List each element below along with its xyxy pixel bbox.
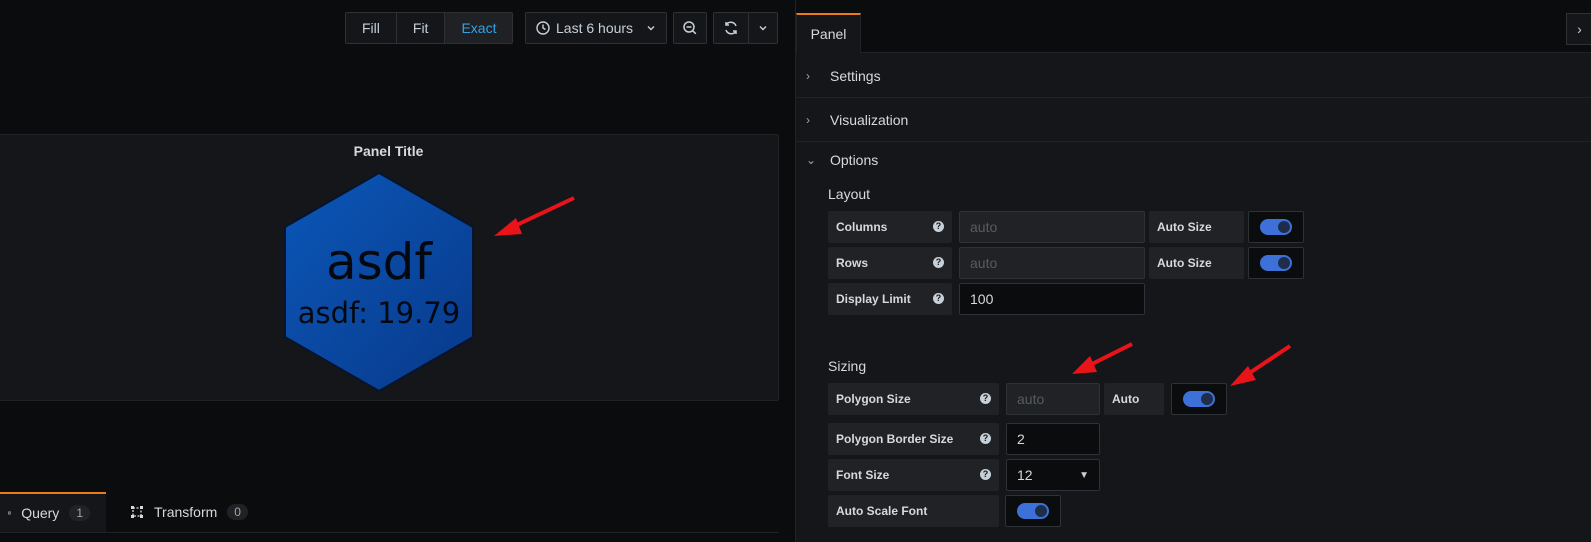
polygon-size-input[interactable]: auto — [1006, 383, 1100, 415]
polygon-border-size-label: Polygon Border Size ? — [828, 423, 999, 455]
polygon-size-auto-label: Auto — [1104, 383, 1164, 415]
time-range-label: Last 6 hours — [556, 20, 634, 36]
tab-query-label: Query — [21, 505, 60, 521]
annotation-arrow-icon — [494, 196, 575, 236]
database-icon — [8, 511, 12, 515]
query-tabs-divider — [0, 532, 779, 533]
font-size-select[interactable]: 12 ▼ — [1006, 459, 1100, 491]
question-circle-icon[interactable]: ? — [933, 257, 944, 268]
tab-panel[interactable]: Panel — [796, 13, 861, 53]
chevron-right-icon: › — [806, 112, 810, 127]
fit-button[interactable]: Fit — [397, 13, 446, 43]
grafana-panel-editor: Fill Fit Exact Last 6 hours Panel Title … — [0, 0, 1591, 542]
question-circle-icon[interactable]: ? — [980, 393, 991, 404]
rows-label: Rows ? — [828, 247, 952, 279]
tab-transform-count: 0 — [227, 504, 248, 520]
fill-button[interactable]: Fill — [346, 13, 397, 43]
toggle-knob — [1183, 391, 1215, 407]
tab-transform[interactable]: Transform 0 — [122, 492, 264, 532]
display-limit-label: Display Limit ? — [828, 283, 952, 315]
display-limit-label-text: Display Limit — [836, 292, 911, 306]
collapse-pane-button[interactable]: › — [1566, 13, 1591, 45]
zoom-out-icon — [683, 21, 697, 35]
columns-input[interactable]: auto — [959, 211, 1145, 243]
refresh-button[interactable] — [713, 12, 749, 44]
question-circle-icon[interactable]: ? — [980, 469, 991, 480]
font-size-label: Font Size ? — [828, 459, 999, 491]
section-settings[interactable]: › Settings — [796, 54, 1591, 98]
toggle-knob — [1017, 503, 1049, 519]
panel-preview: Panel Title asdf asdf: 19.79 — [0, 134, 779, 401]
clock-icon — [536, 21, 550, 35]
panel-size-mode-group: Fill Fit Exact — [345, 12, 514, 44]
section-settings-label: Settings — [830, 67, 881, 84]
columns-auto-size-label: Auto Size — [1149, 211, 1244, 243]
sizing-group-title: Sizing — [828, 358, 867, 374]
annotation-arrow-icon — [1072, 342, 1133, 374]
rows-auto-size-label: Auto Size — [1149, 247, 1244, 279]
layout-group-title: Layout — [828, 186, 871, 202]
question-circle-icon[interactable]: ? — [933, 293, 944, 304]
chevron-right-icon: › — [806, 68, 810, 83]
font-size-value: 12 — [1017, 467, 1033, 483]
caret-down-icon: ▼ — [1079, 469, 1089, 481]
refresh-interval-dropdown[interactable] — [748, 12, 778, 44]
section-options-label: Options — [830, 152, 879, 168]
question-circle-icon[interactable]: ? — [980, 433, 991, 444]
polygon-value: asdf: 19.79 — [298, 296, 460, 330]
columns-label-text: Columns — [836, 220, 888, 234]
auto-scale-font-label: Auto Scale Font — [828, 495, 999, 527]
exact-button[interactable]: Exact — [445, 13, 513, 43]
polygon-name: asdf — [326, 233, 433, 291]
rows-input[interactable]: auto — [959, 247, 1145, 279]
transform-icon — [131, 506, 143, 518]
columns-label: Columns ? — [828, 211, 952, 243]
annotation-arrow-icon — [1230, 344, 1292, 386]
font-size-label-text: Font Size — [836, 468, 890, 482]
polygon-size-label-text: Polygon Size — [836, 392, 911, 406]
rows-auto-size-switch[interactable] — [1248, 247, 1304, 279]
section-options[interactable]: ⌄ Options — [796, 142, 1591, 178]
options-pane: Panel › › Settings › Visualization ⌄ Opt… — [795, 0, 1591, 542]
polygon-size-label: Polygon Size ? — [828, 383, 999, 415]
columns-auto-size-switch[interactable] — [1248, 211, 1304, 243]
tab-query[interactable]: Query 1 — [0, 492, 106, 532]
panel-title[interactable]: Panel Title — [0, 143, 778, 159]
time-range-picker[interactable]: Last 6 hours — [525, 12, 667, 44]
query-tabs: Query 1 Transform 0 — [0, 492, 264, 532]
section-visualization[interactable]: › Visualization — [796, 98, 1591, 142]
polygon-border-size-input[interactable]: 2 — [1006, 423, 1100, 455]
section-visualization-label: Visualization — [830, 111, 909, 128]
chevron-down-icon — [647, 26, 655, 31]
polygon-border-size-label-text: Polygon Border Size — [836, 432, 954, 446]
refresh-icon — [725, 21, 737, 35]
toggle-knob — [1260, 219, 1292, 235]
chevron-down-icon — [759, 26, 767, 31]
chevron-down-icon: ⌄ — [806, 153, 817, 167]
polygon-hexagon[interactable]: asdf asdf: 19.79 — [283, 171, 475, 393]
question-circle-icon[interactable]: ? — [933, 221, 944, 232]
options-pane-header: Panel › — [796, 0, 1591, 53]
rows-label-text: Rows — [836, 256, 869, 270]
toggle-knob — [1260, 255, 1292, 271]
polygon-size-auto-switch[interactable] — [1171, 383, 1227, 415]
tab-query-count: 1 — [69, 505, 90, 521]
tab-transform-label: Transform — [154, 504, 218, 520]
auto-scale-font-switch[interactable] — [1005, 495, 1061, 527]
display-limit-input[interactable]: 100 — [959, 283, 1145, 315]
zoom-out-button[interactable] — [673, 12, 707, 44]
chevron-right-icon: › — [1577, 21, 1582, 37]
